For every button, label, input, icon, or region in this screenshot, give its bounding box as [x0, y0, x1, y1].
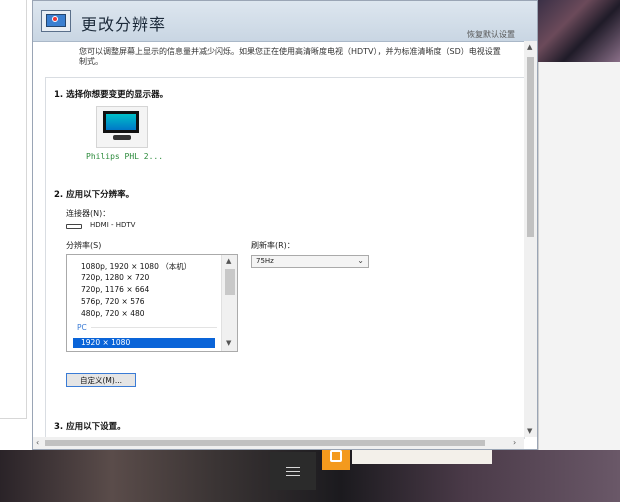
scroll-thumb[interactable]: [225, 269, 235, 295]
resolution-option[interactable]: 576p, 720 × 576: [81, 297, 145, 306]
connector-value: HDMI - HDTV: [90, 221, 136, 229]
resolution-option[interactable]: 720p, 1280 × 720: [81, 273, 149, 282]
refresh-rate-select[interactable]: 75Hz ⌄: [251, 255, 369, 268]
window-horizontal-scrollbar[interactable]: ‹ ›: [33, 437, 524, 449]
monitor-icon: [103, 111, 139, 133]
chevron-up-icon[interactable]: ▲: [226, 257, 231, 265]
resolution-option[interactable]: 1080p, 1920 × 1080 （本机）: [81, 261, 191, 272]
resolution-group-pc: PC: [77, 323, 87, 332]
resolution-label: 分辨率(S): [66, 241, 102, 250]
display-settings-icon: [41, 10, 71, 32]
resolution-option-selected[interactable]: 1920 × 1080: [73, 338, 215, 348]
monitor-select-tile[interactable]: [96, 106, 148, 148]
scroll-thumb[interactable]: [527, 57, 534, 237]
window-header: 更改分辨率 恢复默认设置: [33, 1, 537, 42]
section-2-title: 2. 应用以下分辨率。: [54, 190, 135, 200]
refresh-rate-label: 刷新率(R)：: [251, 241, 295, 250]
hdmi-connector-icon: [66, 224, 82, 229]
monitor-label[interactable]: Philips PHL 2...: [86, 152, 163, 161]
chevron-right-icon[interactable]: ›: [513, 438, 516, 447]
background-window-left: [0, 0, 33, 450]
hamburger-menu-button[interactable]: [270, 452, 316, 490]
page-description: 您可以调整屏幕上显示的信息量并减少闪烁。如果您正在使用高清晰度电视（HDTV），…: [79, 47, 531, 67]
resolution-option[interactable]: 480p, 720 × 480: [81, 309, 145, 318]
page-title: 更改分辨率: [81, 15, 167, 34]
resolution-listbox[interactable]: 1080p, 1920 × 1080 （本机） 720p, 1280 × 720…: [66, 254, 238, 352]
resolution-option[interactable]: 720p, 1176 × 664: [81, 285, 149, 294]
chevron-down-icon: ⌄: [357, 256, 364, 265]
custom-resolution-button[interactable]: 自定义(M)...: [66, 373, 136, 387]
chevron-up-icon[interactable]: ▲: [527, 43, 532, 51]
section-1-title: 1. 选择你想要变更的显示器。: [54, 90, 169, 100]
change-resolution-window: 更改分辨率 恢复默认设置 您可以调整屏幕上显示的信息量并减少闪烁。如果您正在使用…: [32, 0, 538, 450]
restore-defaults-link[interactable]: 恢复默认设置: [467, 29, 515, 40]
resolution-list-scrollbar[interactable]: ▲ ▼: [221, 255, 237, 351]
connector-label: 连接器(N)：: [66, 209, 111, 218]
description-line-2: 制式。: [79, 57, 103, 66]
refresh-rate-value: 75Hz: [256, 257, 274, 265]
chevron-down-icon[interactable]: ▼: [226, 339, 231, 347]
background-window-right: [538, 62, 620, 458]
scroll-thumb[interactable]: [45, 440, 485, 446]
description-line-1: 您可以调整屏幕上显示的信息量并减少闪烁。如果您正在使用高清晰度电视（HDTV），…: [79, 47, 501, 56]
desktop-wallpaper-top: [538, 0, 620, 62]
settings-content: 1. 选择你想要变更的显示器。 Philips PHL 2... 2. 应用以下…: [45, 77, 525, 439]
window-vertical-scrollbar[interactable]: ▲ ▼: [524, 41, 537, 437]
chevron-left-icon[interactable]: ‹: [36, 438, 39, 447]
chevron-down-icon[interactable]: ▼: [527, 427, 532, 435]
section-3-title: 3. 应用以下设置。: [54, 422, 126, 432]
app-icon: [330, 450, 342, 462]
